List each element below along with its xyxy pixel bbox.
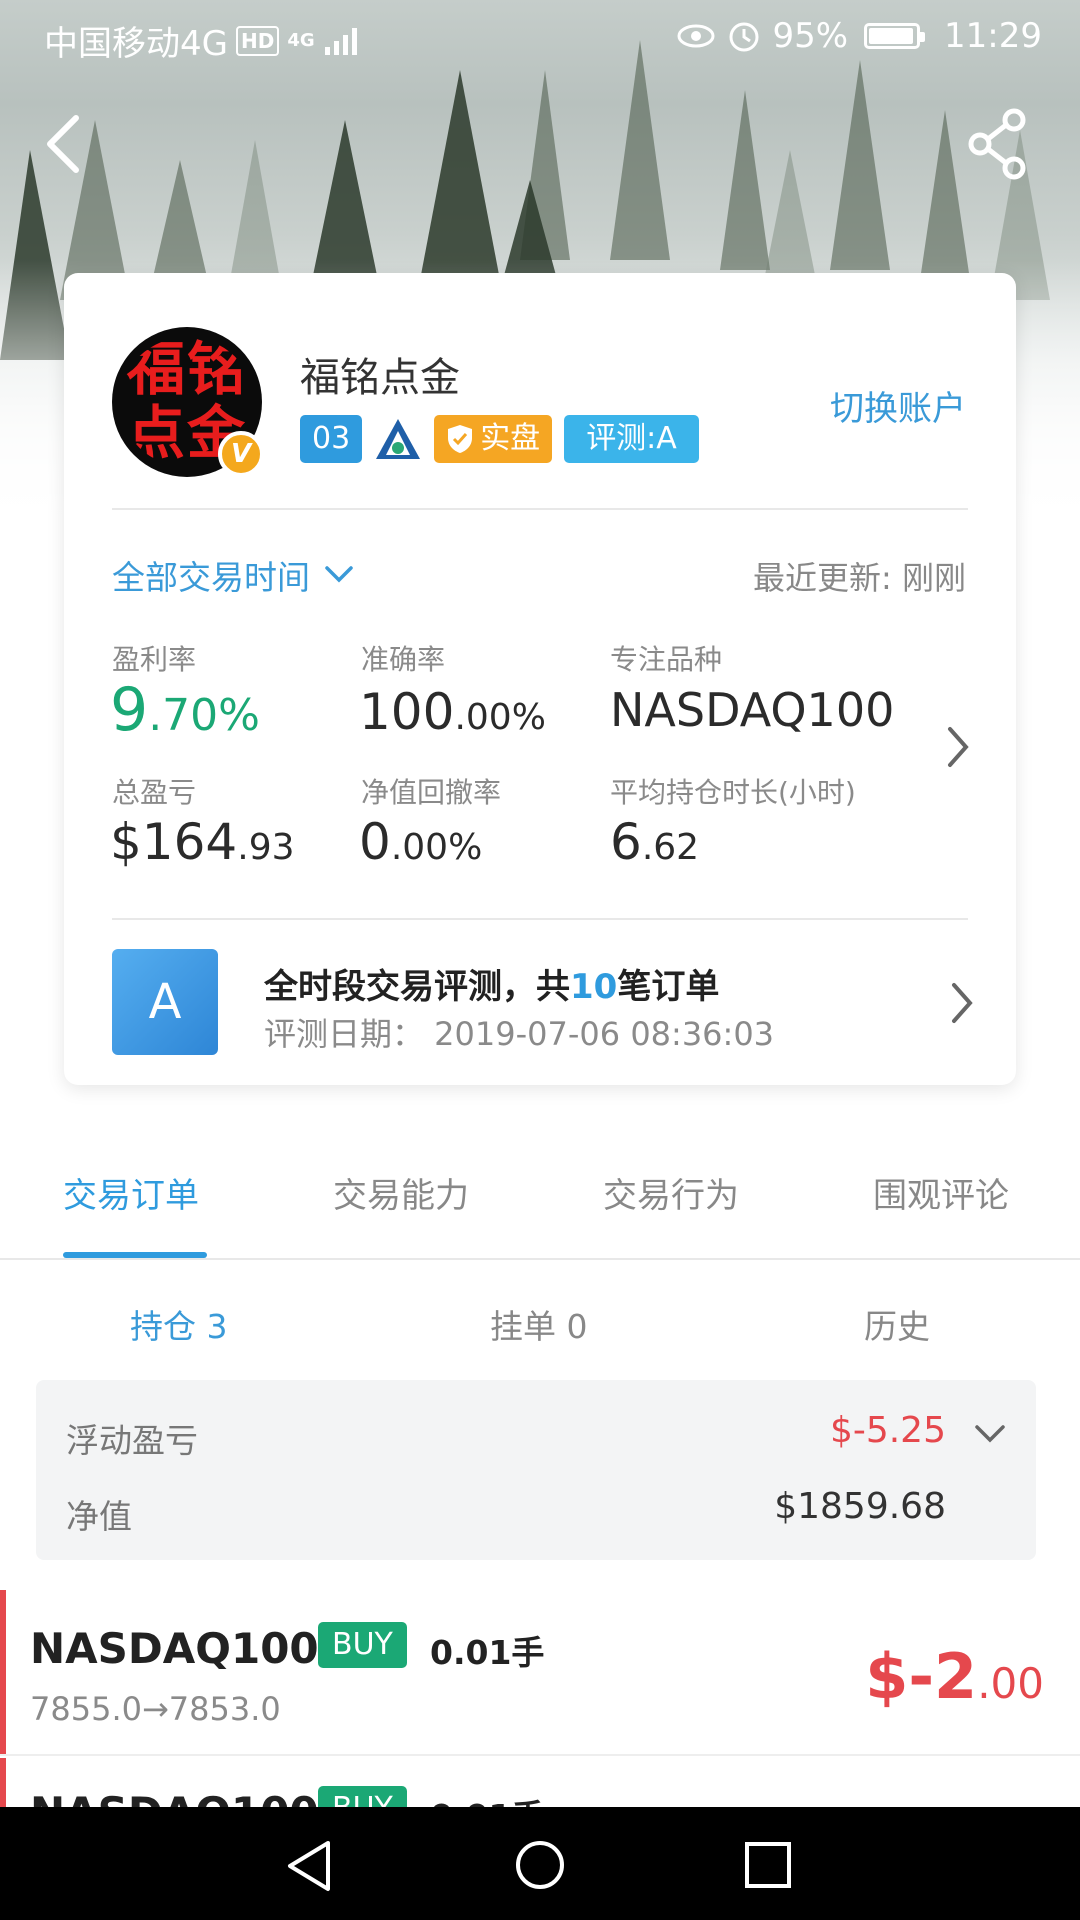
eval-tag: 评测:A (564, 415, 699, 463)
order-side-badge: BUY (318, 1622, 407, 1668)
focus-label: 专注品种 (610, 643, 723, 676)
profit-rate-label: 盈利率 (112, 643, 197, 676)
nav-recents-icon[interactable] (744, 1841, 792, 1889)
floating-pnl-value: $-5.25 (829, 1410, 946, 1451)
divider (112, 508, 968, 510)
main-tabs: 交易订单 交易能力 交易行为 围观评论 (0, 1130, 1080, 1260)
period-label: 全部交易时间 (112, 558, 310, 597)
live-account-tag: 实盘 (434, 415, 553, 463)
tab-orders[interactable]: 交易订单 (63, 1168, 199, 1217)
review-grade-icon: A (112, 949, 218, 1055)
signal-icon (324, 27, 357, 55)
accuracy-label: 准确率 (361, 643, 446, 676)
total-pnl-value: $164.93 (110, 813, 295, 871)
order-row[interactable]: NASDAQ100 BUY 0.01手 7855.0→7853.0 $-2.00 (0, 1590, 1080, 1756)
live-tag-label: 实盘 (480, 421, 541, 456)
tab-ability[interactable]: 交易能力 (333, 1168, 469, 1217)
review-date: 评测日期： 2019-07-06 08:36:03 (264, 1015, 775, 1053)
profit-rate-value: 9.70% (110, 675, 260, 745)
period-dropdown[interactable]: 全部交易时间 (112, 551, 354, 599)
order-lots: 0.01手 (430, 1633, 545, 1672)
order-pnl: $-2.00 (865, 1640, 1044, 1713)
alarm-icon (729, 22, 759, 52)
switch-account-link[interactable]: 切换账户 (830, 381, 966, 430)
avatar-text-line1: 福铭 (126, 337, 247, 403)
network-type: 4G (287, 29, 315, 51)
triangle-badge-icon (376, 419, 421, 459)
accuracy-value: 100.00% (359, 683, 546, 741)
nav-back-icon[interactable] (284, 1839, 334, 1893)
total-pnl-label: 总盈亏 (112, 776, 197, 809)
last-updated: 最近更新: 刚刚 (753, 559, 966, 597)
drawdown-label: 净值回撤率 (361, 776, 502, 809)
avatar[interactable]: 福铭 点金 V (112, 327, 264, 477)
nav-home-icon[interactable] (514, 1839, 566, 1891)
divider (112, 918, 968, 920)
clock: 11:29 (944, 16, 1042, 56)
loss-indicator (0, 1590, 6, 1754)
battery-percent: 95% (772, 16, 849, 56)
chevron-right-icon[interactable] (948, 981, 976, 1025)
hd-icon: HD (235, 25, 280, 56)
drawdown-value: 0.00% (359, 813, 483, 871)
chevron-down-icon[interactable] (974, 1424, 1006, 1444)
focus-value: NASDAQ100 (610, 683, 895, 737)
profile-card: 福铭 点金 V 福铭点金 03 实盘 评测:A 切换账户 全部交易时间 最近更新… (64, 273, 1016, 1085)
level-tag: 03 (300, 415, 363, 463)
equity-value: $1859.68 (774, 1486, 946, 1527)
eye-icon (677, 24, 715, 48)
active-tab-indicator (63, 1252, 207, 1258)
equity-label: 净值 (66, 1497, 132, 1536)
tag-row: 03 实盘 评测:A (300, 415, 699, 463)
order-prices: 7855.0→7853.0 (30, 1690, 281, 1728)
status-bar: 中国移动4G HD 4G 95% 11:29 (0, 0, 1080, 76)
order-subtabs: 持仓 3 挂单 0 历史 (0, 1300, 1080, 1360)
verified-icon: V (218, 431, 264, 477)
chevron-right-icon[interactable] (944, 725, 972, 769)
back-icon[interactable] (40, 112, 90, 176)
review-title[interactable]: 全时段交易评测，共10笔订单 (264, 959, 719, 1008)
carrier-label: 中国移动4G (44, 24, 228, 64)
floating-pnl-label: 浮动盈亏 (66, 1421, 198, 1460)
shield-check-icon (448, 425, 473, 453)
tab-behavior[interactable]: 交易行为 (603, 1168, 739, 1217)
avg-hold-value: 6.62 (610, 813, 700, 871)
subtab-pending[interactable]: 挂单 0 (490, 1300, 588, 1348)
chevron-down-icon (325, 566, 353, 583)
position-summary: 浮动盈亏 $-5.25 净值 $1859.68 (36, 1380, 1036, 1560)
tab-comments[interactable]: 围观评论 (873, 1168, 1009, 1217)
battery-icon (864, 23, 926, 49)
user-name: 福铭点金 (300, 355, 460, 401)
subtab-positions[interactable]: 持仓 3 (130, 1300, 228, 1348)
order-symbol: NASDAQ100 (30, 1624, 319, 1673)
system-nav-bar (0, 1807, 1080, 1920)
share-icon[interactable] (966, 108, 1030, 180)
avg-hold-label: 平均持仓时长(小时) (610, 776, 856, 809)
subtab-history[interactable]: 历史 (864, 1300, 930, 1348)
